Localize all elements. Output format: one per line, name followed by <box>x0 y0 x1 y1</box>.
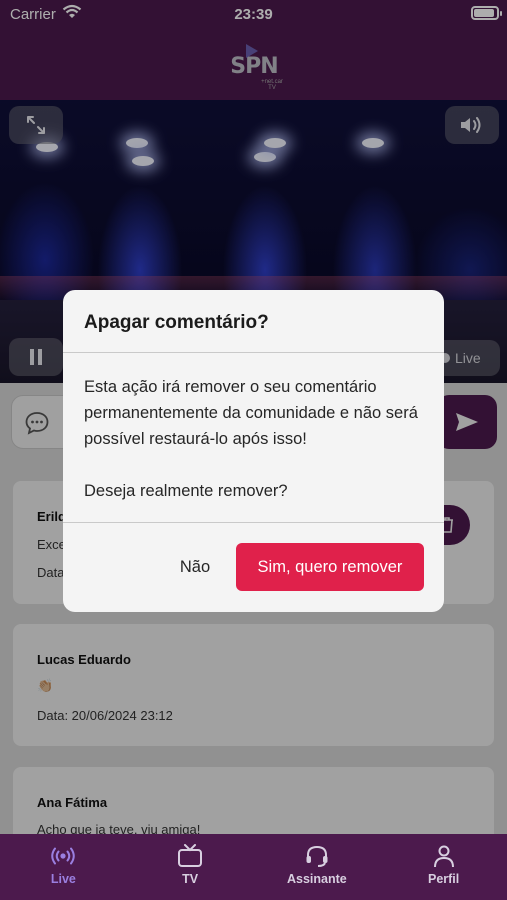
tab-label: Live <box>50 872 76 886</box>
delete-comment-dialog: Apagar comentário? Esta ação irá remover… <box>63 290 444 612</box>
headset-icon <box>306 845 328 867</box>
tab-bar: Live TV Assinante Perfil <box>0 834 507 900</box>
dialog-message: Esta ação irá remover o seu comentário p… <box>84 378 418 448</box>
confirm-remove-button[interactable]: Sim, quero remover <box>236 543 424 591</box>
tab-assinante[interactable]: Assinante <box>254 834 381 900</box>
tab-label: TV <box>182 872 199 886</box>
tab-live[interactable]: Live <box>0 834 127 900</box>
divider <box>63 352 444 353</box>
tab-label: Assinante <box>287 872 347 886</box>
cancel-button[interactable]: Não <box>167 543 223 591</box>
tab-perfil[interactable]: Perfil <box>380 834 507 900</box>
broadcast-icon <box>51 847 76 865</box>
tab-tv[interactable]: TV <box>127 834 254 900</box>
tv-icon <box>178 844 203 867</box>
dialog-body: Esta ação irá remover o seu comentário p… <box>84 374 429 504</box>
person-icon <box>433 845 454 868</box>
dialog-question: Deseja realmente remover? <box>84 482 288 500</box>
dialog-title: Apagar comentário? <box>84 312 269 333</box>
tab-label: Perfil <box>427 872 460 886</box>
divider <box>63 522 444 523</box>
